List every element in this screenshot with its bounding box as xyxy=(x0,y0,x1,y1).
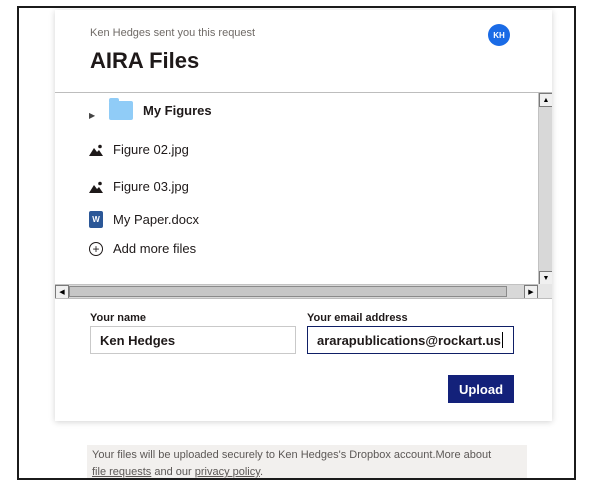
file-request-card: Ken Hedges sent you this request KH AIRA… xyxy=(55,10,552,421)
text-cursor xyxy=(501,332,503,348)
email-value: ararapublications@rockart.us xyxy=(317,332,501,348)
screenshot-frame: Ken Hedges sent you this request KH AIRA… xyxy=(17,6,576,480)
list-item-file[interactable]: W My Paper.docx xyxy=(89,211,199,228)
word-doc-icon: W xyxy=(89,211,103,228)
email-label: Your email address xyxy=(307,312,408,324)
horizontal-scrollbar[interactable]: ◀ ▶ xyxy=(55,284,538,298)
expand-caret-icon[interactable]: ▶ xyxy=(89,111,95,120)
list-item-file[interactable]: Figure 02.jpg xyxy=(89,142,189,157)
vertical-scrollbar[interactable]: ▲ ▼ xyxy=(538,93,552,285)
footer-notice: Your files will be uploaded securely to … xyxy=(87,445,527,478)
upload-button[interactable]: Upload xyxy=(448,375,514,403)
file-list: ▶ My Figures Figure 02.jpg Figure 03.jpg xyxy=(55,92,552,299)
scroll-right-icon[interactable]: ▶ xyxy=(524,285,538,298)
file-requests-link[interactable]: file requests xyxy=(92,466,151,478)
scroll-left-icon[interactable]: ◀ xyxy=(55,285,69,298)
scroll-thumb[interactable] xyxy=(69,286,507,297)
file-name: My Paper.docx xyxy=(113,212,199,227)
name-label: Your name xyxy=(90,312,147,324)
scroll-up-icon[interactable]: ▲ xyxy=(539,93,552,107)
folder-icon xyxy=(109,98,133,120)
sender-text: Ken Hedges sent you this request xyxy=(90,27,256,39)
file-name: Figure 02.jpg xyxy=(113,142,189,157)
footer-text: and our xyxy=(151,466,195,478)
name-value: Ken Hedges xyxy=(100,332,176,348)
file-name: My Figures xyxy=(143,103,212,118)
scroll-down-icon[interactable]: ▼ xyxy=(539,271,552,285)
name-field[interactable]: Ken Hedges xyxy=(90,326,296,354)
email-field[interactable]: ararapublications@rockart.us xyxy=(307,326,514,354)
avatar[interactable]: KH xyxy=(488,24,510,46)
add-more-files-button[interactable]: + Add more files xyxy=(89,241,196,256)
image-icon xyxy=(89,144,103,156)
image-icon xyxy=(89,181,103,193)
add-circle-icon: + xyxy=(89,241,103,256)
privacy-policy-link[interactable]: privacy policy xyxy=(195,466,260,478)
list-item-file[interactable]: Figure 03.jpg xyxy=(89,179,189,194)
footer-text: Your files will be uploaded securely to … xyxy=(92,449,492,461)
file-name: Figure 03.jpg xyxy=(113,179,189,194)
page-title: AIRA Files xyxy=(90,48,200,73)
add-more-files-label: Add more files xyxy=(113,241,197,256)
list-item-folder[interactable]: My Figures xyxy=(99,98,212,120)
scrollbar-corner xyxy=(538,284,552,298)
footer-text: . xyxy=(259,466,264,478)
